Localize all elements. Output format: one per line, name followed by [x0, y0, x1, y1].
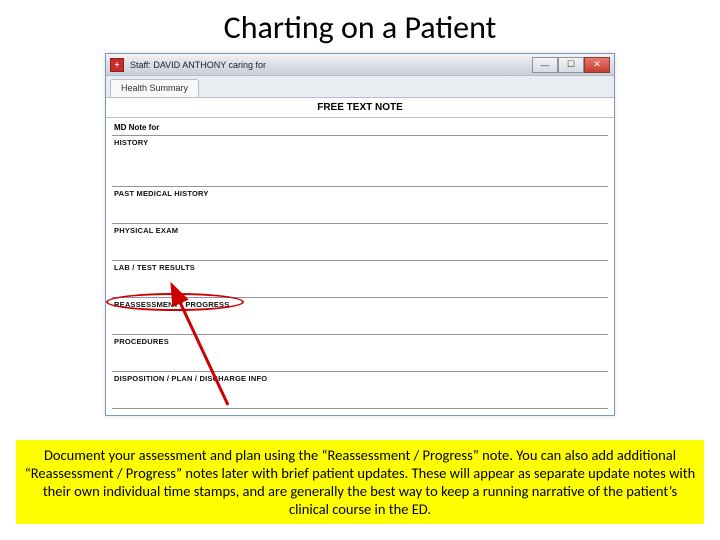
lab-test-results-section: LAB / TEST RESULTS [112, 261, 608, 298]
document-header: FREE TEXT NOTE [106, 98, 614, 118]
slide-title: Charting on a Patient [0, 0, 720, 53]
maximize-button[interactable]: ☐ [558, 57, 584, 73]
history-textarea[interactable] [112, 148, 608, 186]
app-icon: + [110, 58, 124, 72]
disposition-section: DISPOSITION / PLAN / DISCHARGE INFO [112, 372, 608, 409]
window-controls: — ☐ ✕ [532, 57, 610, 73]
window-titlebar: + Staff: DAVID ANTHONY caring for — ☐ ✕ [106, 54, 614, 76]
lab-label: LAB / TEST RESULTS [112, 261, 608, 273]
reassessment-section: REASSESSMENT / PROGRESS [112, 298, 608, 335]
physical-exam-section: PHYSICAL EXAM [112, 224, 608, 261]
md-note-for-label: MD Note for [112, 120, 608, 136]
slide-caption: Document your assessment and plan using … [16, 440, 704, 525]
close-button[interactable]: ✕ [584, 57, 610, 73]
procedures-section: PROCEDURES [112, 335, 608, 372]
reassess-label: REASSESSMENT / PROGRESS [112, 298, 608, 310]
pmh-textarea[interactable] [112, 199, 608, 223]
dispo-textarea[interactable] [112, 384, 608, 408]
tab-strip: Health Summary [106, 76, 614, 98]
pmh-label: PAST MEDICAL HISTORY [112, 187, 608, 199]
dispo-label: DISPOSITION / PLAN / DISCHARGE INFO [112, 372, 608, 384]
note-body: MD Note for HISTORY PAST MEDICAL HISTORY… [106, 118, 614, 415]
window-title-text: Staff: DAVID ANTHONY caring for [130, 60, 532, 70]
lab-textarea[interactable] [112, 273, 608, 297]
history-section: HISTORY [112, 136, 608, 187]
tab-health-summary[interactable]: Health Summary [110, 79, 199, 97]
app-window: + Staff: DAVID ANTHONY caring for — ☐ ✕ … [105, 53, 615, 416]
reassess-textarea[interactable] [112, 310, 608, 334]
proc-label: PROCEDURES [112, 335, 608, 347]
pe-textarea[interactable] [112, 236, 608, 260]
past-medical-history-section: PAST MEDICAL HISTORY [112, 187, 608, 224]
proc-textarea[interactable] [112, 347, 608, 371]
minimize-button[interactable]: — [532, 57, 558, 73]
history-label: HISTORY [112, 136, 608, 148]
pe-label: PHYSICAL EXAM [112, 224, 608, 236]
